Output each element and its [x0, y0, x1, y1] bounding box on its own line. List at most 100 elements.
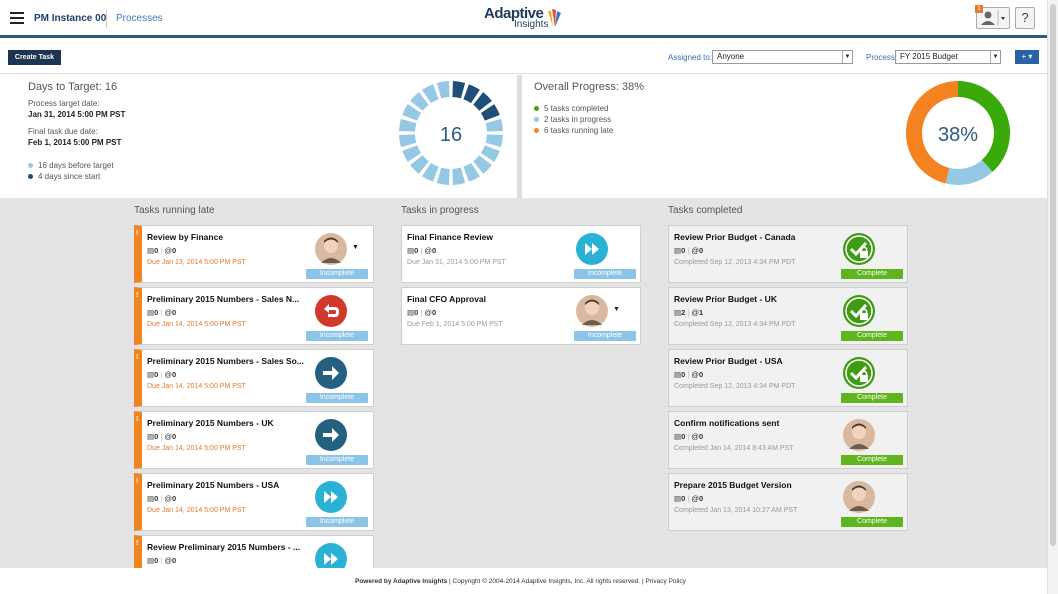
task-due-date: Completed Jan 13, 2014 10:27 AM PST	[674, 507, 798, 514]
scrollbar-thumb[interactable]	[1050, 4, 1056, 546]
task-title[interactable]: Final Finance Review	[407, 232, 565, 242]
task-title[interactable]: Confirm notifications sent	[674, 418, 832, 428]
task-status-text: Incomplete	[319, 394, 355, 401]
process-label: Process:	[866, 53, 898, 62]
task-status-badge[interactable]: Complete	[841, 455, 903, 465]
person-avatar[interactable]	[576, 295, 608, 327]
return-icon[interactable]	[315, 295, 347, 327]
process-select[interactable]: FY 2015 Budget ▼	[895, 50, 1001, 64]
check-lock-icon[interactable]	[843, 295, 875, 327]
task-status-badge[interactable]: Incomplete	[306, 455, 368, 465]
task-status-badge[interactable]: Incomplete	[306, 517, 368, 527]
task-title[interactable]: Review by Finance	[147, 232, 305, 242]
comment-count: 0	[172, 432, 177, 441]
assigned-to-select[interactable]: Anyone ▼	[712, 50, 853, 64]
create-task-button[interactable]: Create Task	[8, 50, 61, 65]
ring-segment	[452, 167, 466, 185]
task-status-badge[interactable]: Incomplete	[306, 331, 368, 341]
task-status-badge[interactable]: Incomplete	[306, 393, 368, 403]
check-lock-icon[interactable]	[843, 233, 875, 265]
task-card[interactable]: Confirm notifications sent ▤0 | @0 Complet…	[668, 411, 908, 469]
task-status-text: Complete	[857, 518, 887, 525]
task-title[interactable]: Final CFO Approval	[407, 294, 565, 304]
person-avatar[interactable]	[843, 481, 875, 513]
privacy-policy-link[interactable]: Privacy Policy	[645, 578, 685, 585]
check-lock-icon[interactable]	[843, 357, 875, 389]
task-card[interactable]: ! Preliminary 2015 Numbers - USA ▤0 | @0 Du…	[134, 473, 374, 531]
task-status-badge[interactable]: Incomplete	[574, 269, 636, 279]
count-divider: |	[420, 308, 423, 317]
task-status-badge[interactable]: Incomplete	[306, 269, 368, 279]
fast-forward-icon[interactable]	[315, 543, 347, 568]
late-flag-icon: !	[136, 354, 139, 361]
overall-progress-donut: 38%	[906, 81, 1010, 185]
task-title[interactable]: Prepare 2015 Budget Version	[674, 480, 832, 490]
task-title[interactable]: Preliminary 2015 Numbers - Sales N...	[147, 294, 305, 304]
task-card[interactable]: ! Preliminary 2015 Numbers - Sales N... ▤0…	[134, 287, 374, 345]
comment-icon: @	[164, 370, 173, 379]
fast-forward-icon[interactable]	[315, 481, 347, 513]
instance-name[interactable]: PM Instance 00	[34, 13, 106, 24]
task-title[interactable]: Review Preliminary 2015 Numbers - ...	[147, 542, 305, 552]
hamburger-menu-icon[interactable]	[10, 12, 24, 24]
task-title[interactable]: Review Prior Budget - UK	[674, 294, 832, 304]
user-menu-button[interactable]: 1	[975, 5, 1010, 29]
person-avatar[interactable]	[843, 419, 875, 451]
processes-link[interactable]: Processes	[116, 13, 163, 24]
comment-count: 0	[432, 308, 437, 317]
count-divider: |	[160, 494, 163, 503]
fast-forward-icon[interactable]	[576, 233, 608, 265]
person-avatar[interactable]	[315, 233, 347, 265]
comment-count: 0	[699, 246, 704, 255]
task-card[interactable]: Review Prior Budget - UK ▤2 | @1 Completed…	[668, 287, 908, 345]
task-card[interactable]: ! Review Preliminary 2015 Numbers - ... ▤0…	[134, 535, 374, 568]
final-due-value: Feb 1, 2014 5:00 PM PST	[28, 138, 122, 147]
task-card[interactable]: ! Preliminary 2015 Numbers - Sales So... ▤…	[134, 349, 374, 407]
task-status-badge[interactable]: Complete	[841, 517, 903, 527]
legend-completed: 5 tasks completed	[534, 104, 608, 113]
task-counts: ▤0 | @0	[674, 370, 703, 379]
comment-count: 0	[172, 246, 177, 255]
count-divider: |	[160, 370, 163, 379]
overall-progress-title: Overall Progress: 38%	[534, 81, 645, 93]
task-status-badge[interactable]: Complete	[841, 393, 903, 403]
comment-icon: @	[164, 556, 173, 565]
task-card[interactable]: Review Prior Budget - USA ▤0 | @0 Complete…	[668, 349, 908, 407]
comment-icon: @	[164, 494, 173, 503]
overall-progress-panel: Overall Progress: 38% 5 tasks completed …	[522, 75, 1047, 198]
task-title[interactable]: Review Prior Budget - USA	[674, 356, 832, 366]
count-divider: |	[160, 432, 163, 441]
task-status-badge[interactable]: Complete	[841, 331, 903, 341]
legend-dot-dark-icon	[28, 174, 33, 180]
comment-icon: @	[164, 432, 173, 441]
task-due-date: Completed Jan 14, 2014 8:43 AM PST	[674, 445, 794, 452]
task-due-date: Due Jan 14, 2014 5:00 PM PST	[147, 507, 246, 514]
task-card[interactable]: Final CFO Approval ▤0 | @0 Due Feb 1, 2014…	[401, 287, 641, 345]
caret-down-icon[interactable]: ▼	[352, 244, 359, 251]
task-card[interactable]: Final Finance Review ▤0 | @0 Due Jan 31, 2…	[401, 225, 641, 283]
task-title[interactable]: Preliminary 2015 Numbers - Sales So...	[147, 356, 305, 366]
task-card[interactable]: ! Review by Finance ▤0 | @0 Due Jan 13, 201…	[134, 225, 374, 283]
page-scrollbar[interactable]	[1047, 0, 1058, 594]
legend-late: 6 tasks running late	[534, 126, 613, 135]
caret-down-icon[interactable]: ▼	[613, 306, 620, 313]
late-flag-icon: !	[136, 416, 139, 423]
add-menu-button[interactable]: + ▾	[1015, 50, 1039, 64]
task-status-badge[interactable]: Incomplete	[574, 331, 636, 341]
task-status-text: Complete	[857, 270, 887, 277]
help-button[interactable]: ?	[1015, 7, 1035, 29]
task-card[interactable]: ! Preliminary 2015 Numbers - UK ▤0 | @0 Due…	[134, 411, 374, 469]
process-value: FY 2015 Budget	[900, 52, 958, 61]
task-title[interactable]: Review Prior Budget - Canada	[674, 232, 832, 242]
task-status-badge[interactable]: Complete	[841, 269, 903, 279]
legend-in-progress-text: 2 tasks in progress	[544, 115, 612, 124]
task-status-text: Incomplete	[319, 270, 355, 277]
task-title[interactable]: Preliminary 2015 Numbers - USA	[147, 480, 305, 490]
task-card[interactable]: Prepare 2015 Budget Version ▤0 | @0 Comple…	[668, 473, 908, 531]
assigned-to-label: Assigned to:	[668, 53, 713, 62]
task-title[interactable]: Preliminary 2015 Numbers - UK	[147, 418, 305, 428]
arrow-icon[interactable]	[315, 419, 347, 451]
arrow-icon[interactable]	[315, 357, 347, 389]
task-card[interactable]: Review Prior Budget - Canada ▤0 | @0 Compl…	[668, 225, 908, 283]
task-status-text: Incomplete	[587, 270, 623, 277]
